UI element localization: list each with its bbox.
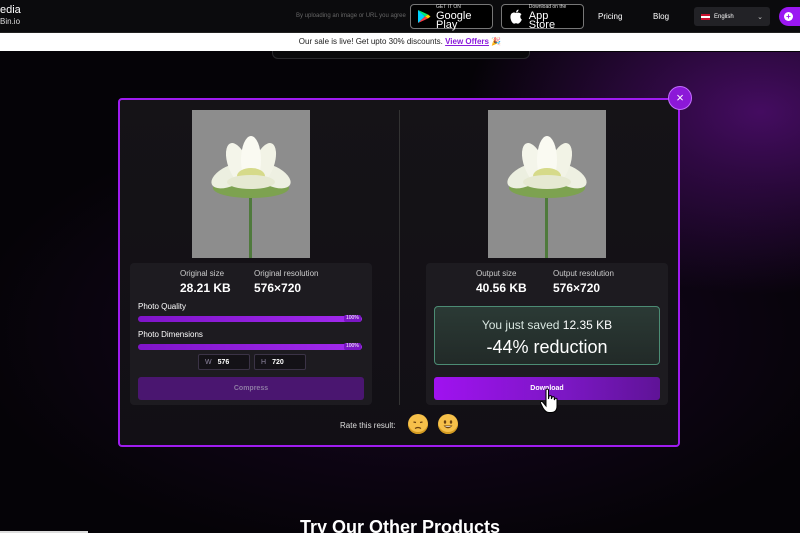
output-image-preview <box>488 110 606 258</box>
savings-card: You just saved 12.35 KB -44% reduction <box>434 306 660 365</box>
nav-pricing-link[interactable]: Pricing <box>598 12 622 21</box>
photo-dimensions-fill <box>138 344 362 350</box>
site-logo[interactable]: edia Bin.io <box>0 5 21 27</box>
original-resolution-label: Original resolution <box>254 269 319 278</box>
photo-dimensions-slider[interactable] <box>138 344 362 350</box>
reduction-percent: -44% reduction <box>486 337 608 357</box>
smile-face-icon[interactable] <box>438 414 458 434</box>
original-resolution-value: 576×720 <box>254 281 302 295</box>
language-label: English <box>714 13 734 20</box>
height-key: H <box>261 358 267 366</box>
width-value: 576 <box>217 358 230 366</box>
height-value: 720 <box>272 358 284 366</box>
output-result-panel: Output size 40.56 KB Output resolution 5… <box>426 263 668 405</box>
header-action-button[interactable]: + <box>779 7 800 26</box>
photo-dimensions-label: Photo Dimensions <box>138 330 203 339</box>
savings-line: You just saved 12.35 KB <box>435 318 659 332</box>
google-play-big-text: Google Play <box>436 10 472 31</box>
language-selector[interactable]: English ⌄ <box>694 7 770 26</box>
height-input[interactable]: H 720 <box>254 354 306 370</box>
sad-face-icon[interactable] <box>408 414 428 434</box>
chevron-down-icon: ⌄ <box>757 13 763 21</box>
original-settings-panel: Original size 28.21 KB Original resoluti… <box>130 263 372 405</box>
photo-quality-fill <box>138 316 362 322</box>
close-modal-button[interactable]: × <box>668 86 692 110</box>
logo-text-line1: edia <box>0 4 21 16</box>
google-play-icon <box>417 9 431 25</box>
photo-quality-label: Photo Quality <box>138 302 187 311</box>
photo-quality-slider[interactable] <box>138 316 362 322</box>
width-input[interactable]: W 576 <box>198 354 250 370</box>
original-size-label: Original size <box>180 269 225 278</box>
output-size-label: Output size <box>476 269 517 278</box>
sale-banner-text: Our sale is live! Get upto 30% discounts… <box>298 37 443 46</box>
party-icon: 🎉 <box>491 37 502 46</box>
photo-quality-percent: 100% <box>344 315 361 322</box>
other-products-heading: Try Our Other Products <box>299 517 501 533</box>
output-size-value: 40.56 KB <box>476 281 527 295</box>
close-icon: × <box>676 90 684 105</box>
top-navigation-bar: edia Bin.io By uploading an image or URL… <box>0 0 800 33</box>
flower-image <box>211 136 291 258</box>
sale-banner: Our sale is live! Get upto 30% discounts… <box>0 33 800 51</box>
savings-amount: 12.35 KB <box>562 318 613 332</box>
app-store-button[interactable]: Download on the App Store <box>501 4 584 31</box>
compress-button[interactable]: Compress <box>138 377 364 400</box>
apple-icon <box>508 9 524 25</box>
plus-icon: + <box>784 12 793 21</box>
rate-result-label: Rate this result: <box>340 421 396 430</box>
output-resolution-label: Output resolution <box>553 269 614 278</box>
panel-divider <box>399 110 400 405</box>
width-key: W <box>205 358 212 366</box>
view-offers-link[interactable]: View Offers <box>445 37 489 46</box>
original-image-preview <box>192 110 310 258</box>
hand-cursor-icon <box>539 388 558 413</box>
original-size-value: 28.21 KB <box>180 281 231 295</box>
uk-flag-icon <box>701 13 710 20</box>
google-play-button[interactable]: GET IT ON Google Play <box>410 4 493 31</box>
upload-dropzone-edge <box>272 51 530 59</box>
nav-blog-link[interactable]: Blog <box>653 12 669 21</box>
photo-dimensions-percent: 100% <box>344 343 361 350</box>
savings-prefix: You just saved <box>481 318 560 332</box>
app-store-big-text: App Store <box>528 10 556 31</box>
output-resolution-value: 576×720 <box>553 281 601 295</box>
logo-text-line2: Bin.io <box>0 17 21 26</box>
upload-terms-hint: By uploading an image or URL you agree <box>296 13 406 19</box>
flower-image <box>507 136 587 258</box>
